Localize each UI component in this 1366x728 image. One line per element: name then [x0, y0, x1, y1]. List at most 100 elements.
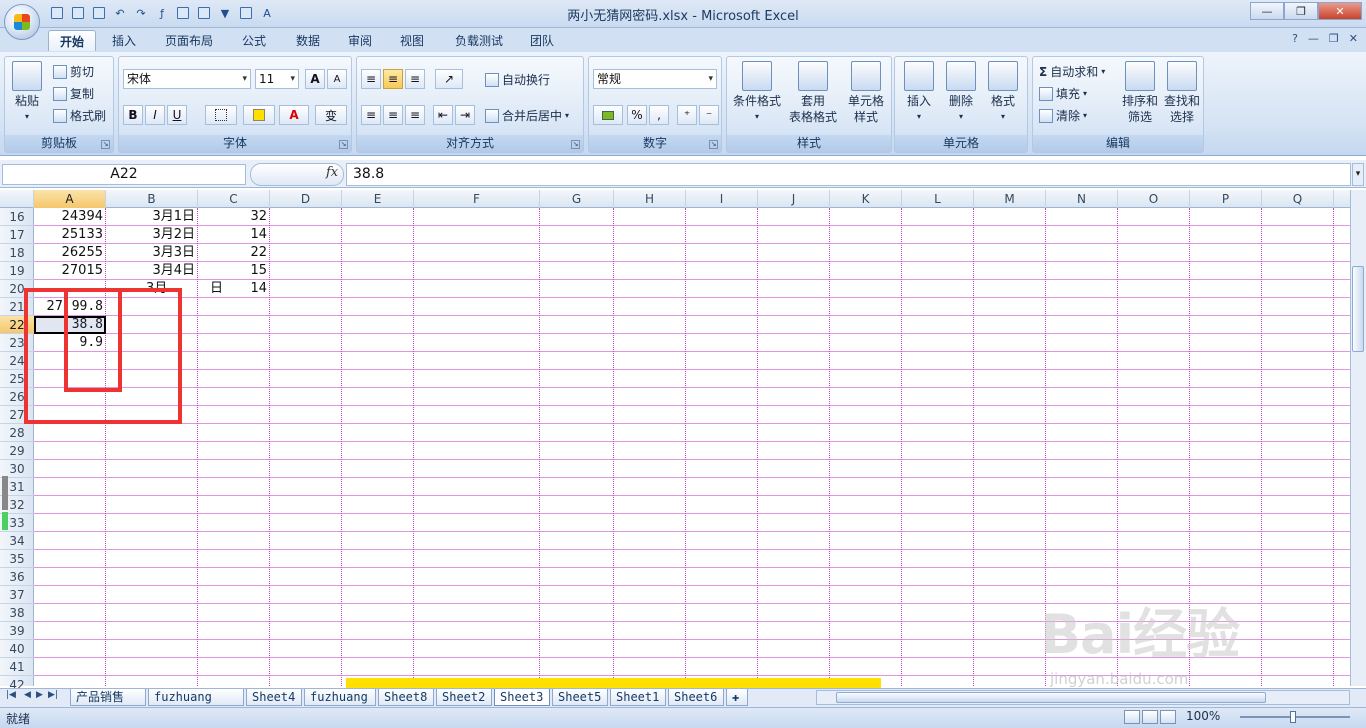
last-sheet-icon[interactable]: ▶|	[48, 690, 58, 700]
column-header-A[interactable]: A	[34, 190, 106, 208]
align-bottom-button[interactable]: ≡	[405, 69, 425, 89]
sort-filter-button[interactable]: 排序和 筛选	[1119, 61, 1161, 125]
column-header-M[interactable]: M	[974, 190, 1046, 208]
prev-sheet-icon[interactable]: ◀	[24, 690, 31, 700]
cell-C18[interactable]: 22	[198, 244, 270, 262]
cell-C16[interactable]: 32	[198, 208, 270, 226]
cell-styles-button[interactable]: 单元格 样式	[841, 61, 891, 125]
align-top-button[interactable]: ≡	[361, 69, 381, 89]
border-button[interactable]	[205, 105, 237, 125]
column-header-C[interactable]: C	[198, 190, 270, 208]
merge-center-button[interactable]: 合并后居中 ▾	[485, 107, 569, 124]
fill-button[interactable]: 填充 ▾	[1039, 85, 1087, 102]
phonetic-button[interactable]: 变	[315, 105, 347, 125]
dialog-launcher-icon[interactable]: ↘	[101, 140, 110, 149]
page-break-view-icon[interactable]	[1160, 710, 1176, 724]
vertical-scroll-thumb[interactable]	[1352, 266, 1364, 352]
sheet-tab-8[interactable]: Sheet1	[610, 689, 666, 706]
insert-cells-button[interactable]: 插入 ▾	[897, 61, 941, 125]
wrap-text-button[interactable]: 自动换行	[485, 71, 550, 88]
decrease-decimal-button[interactable]: ⁻	[699, 105, 719, 125]
column-header-H[interactable]: H	[614, 190, 686, 208]
column-header-J[interactable]: J	[758, 190, 830, 208]
cell-B17[interactable]: 3月2日	[106, 226, 198, 244]
autosum-button[interactable]: Σ 自动求和 ▾	[1039, 63, 1105, 80]
row-header-39[interactable]: 39	[0, 622, 34, 640]
column-header-P[interactable]: P	[1190, 190, 1262, 208]
percent-button[interactable]: %	[627, 105, 647, 125]
row-header-35[interactable]: 35	[0, 550, 34, 568]
font-color-button[interactable]: A	[279, 105, 309, 125]
expand-formula-icon[interactable]: ▾	[1352, 163, 1364, 186]
currency-button[interactable]	[593, 105, 623, 125]
italic-button[interactable]: I	[145, 105, 165, 125]
conditional-format-button[interactable]: 条件格式 ▾	[729, 61, 785, 125]
format-as-table-button[interactable]: 套用 表格格式	[785, 61, 841, 125]
help-icon[interactable]: ?	[1292, 32, 1298, 45]
vertical-scrollbar[interactable]	[1350, 190, 1366, 686]
increase-indent-button[interactable]: ⇥	[455, 105, 475, 125]
name-box[interactable]: A22	[2, 164, 246, 185]
tab-3[interactable]: 公式	[232, 30, 276, 51]
tab-7[interactable]: 负载测试	[444, 30, 514, 51]
align-center-button[interactable]: ≡	[383, 105, 403, 125]
cell-B16[interactable]: 3月1日	[106, 208, 198, 226]
shrink-font-button[interactable]: A	[327, 69, 347, 89]
column-header-N[interactable]: N	[1046, 190, 1118, 208]
underline-button[interactable]: U	[167, 105, 187, 125]
row-header-19[interactable]: 19	[0, 262, 34, 280]
find-select-button[interactable]: 查找和 选择	[1161, 61, 1203, 125]
delete-cells-button[interactable]: 删除 ▾	[939, 61, 983, 125]
column-header-O[interactable]: O	[1118, 190, 1190, 208]
row-header-28[interactable]: 28	[0, 424, 34, 442]
column-header-Q[interactable]: Q	[1262, 190, 1334, 208]
sheet-tab-0[interactable]: 产品销售	[70, 689, 146, 706]
minimize-ribbon-icon[interactable]: —	[1308, 32, 1319, 45]
sheet-tab-3[interactable]: fuzhuang	[304, 689, 376, 706]
column-header-E[interactable]: E	[342, 190, 414, 208]
cell-A18[interactable]: 26255	[34, 244, 106, 262]
sheet-tab-4[interactable]: Sheet8	[378, 689, 434, 706]
cell-A16[interactable]: 24394	[34, 208, 106, 226]
format-painter-button[interactable]: 格式刷	[53, 107, 106, 124]
sheet-tab-2[interactable]: Sheet4	[246, 689, 302, 706]
cell-C19[interactable]: 15	[198, 262, 270, 280]
paste-button[interactable]: 粘贴 ▾	[7, 61, 47, 125]
first-sheet-icon[interactable]: |◀	[6, 690, 16, 700]
dialog-launcher-icon[interactable]: ↘	[339, 140, 348, 149]
align-right-button[interactable]: ≡	[405, 105, 425, 125]
select-all-corner[interactable]	[0, 190, 34, 208]
sheet-tab-7[interactable]: Sheet5	[552, 689, 608, 706]
cell-b20tail[interactable]: 日	[210, 280, 230, 298]
cell-C20[interactable]: 14	[198, 280, 270, 298]
tab-0[interactable]: 开始	[48, 30, 96, 51]
row-header-29[interactable]: 29	[0, 442, 34, 460]
increase-decimal-button[interactable]: ⁺	[677, 105, 697, 125]
sheet-tab-6[interactable]: Sheet3	[494, 689, 550, 706]
formula-input[interactable]: 38.8	[346, 163, 1351, 186]
cell-B18[interactable]: 3月3日	[106, 244, 198, 262]
align-left-button[interactable]: ≡	[361, 105, 381, 125]
column-header-L[interactable]: L	[902, 190, 974, 208]
tab-5[interactable]: 审阅	[340, 30, 380, 51]
page-layout-view-icon[interactable]	[1142, 710, 1158, 724]
sheet-tab-9[interactable]: Sheet6	[668, 689, 724, 706]
row-header-40[interactable]: 40	[0, 640, 34, 658]
copy-button[interactable]: 复制	[53, 85, 94, 102]
office-button[interactable]	[4, 4, 40, 40]
minimize-icon[interactable]: —	[1250, 2, 1284, 20]
format-cells-button[interactable]: 格式 ▾	[981, 61, 1025, 125]
close-icon[interactable]: ✕	[1318, 2, 1362, 20]
dialog-launcher-icon[interactable]: ↘	[571, 140, 580, 149]
font-name-select[interactable]: 宋体	[123, 69, 251, 89]
row-header-36[interactable]: 36	[0, 568, 34, 586]
cell-B19[interactable]: 3月4日	[106, 262, 198, 280]
column-header-K[interactable]: K	[830, 190, 902, 208]
fill-color-button[interactable]	[243, 105, 275, 125]
row-header-37[interactable]: 37	[0, 586, 34, 604]
comma-button[interactable]: ,	[649, 105, 669, 125]
row-header-41[interactable]: 41	[0, 658, 34, 676]
row-header-18[interactable]: 18	[0, 244, 34, 262]
row-header-17[interactable]: 17	[0, 226, 34, 244]
number-format-select[interactable]: 常规	[593, 69, 717, 89]
